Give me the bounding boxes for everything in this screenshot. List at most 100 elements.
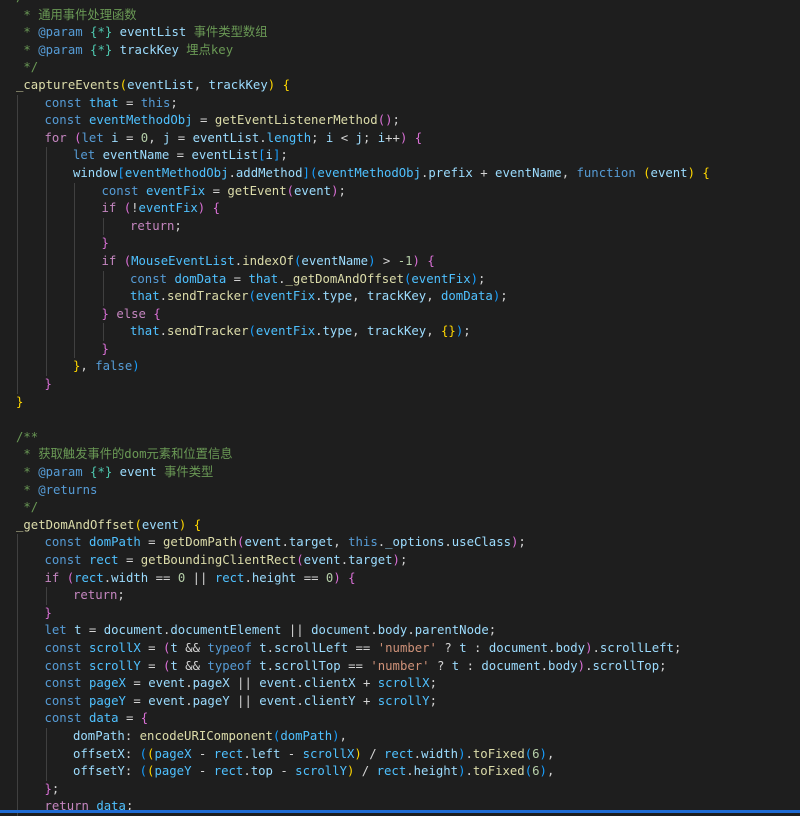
code-token: eventFix: [138, 201, 198, 216]
code-token: (: [123, 201, 132, 216]
code-token: ;: [659, 658, 667, 673]
code-line[interactable]: const rect = getBoundingClientRect(event…: [0, 552, 800, 570]
code-line[interactable]: that.sendTracker(eventFix.type, trackKey…: [0, 288, 800, 306]
code-line[interactable]: }: [0, 235, 800, 253]
code-line[interactable]: const data = {: [0, 710, 800, 728]
code-token: .: [278, 271, 286, 286]
code-line[interactable]: return;: [0, 587, 800, 605]
code-token: -: [191, 746, 214, 761]
code-line[interactable]: * @param {*} event 事件类型: [0, 464, 800, 482]
code-line[interactable]: let eventName = eventList[i];: [0, 147, 800, 165]
code-token: body: [377, 623, 408, 638]
code-line[interactable]: if (MouseEventList.indexOf(eventName) > …: [0, 252, 800, 271]
code-editor[interactable]: /** * 通用事件处理函数 * @param {*} eventList 事件…: [0, 0, 800, 816]
code-token: ,: [546, 746, 555, 761]
code-token: scrollY: [88, 658, 141, 673]
code-token: .: [266, 658, 275, 673]
code-line[interactable]: for (let i = 0, j = eventList.length; i …: [0, 129, 800, 148]
code-token: scrollLeft: [599, 640, 674, 655]
code-line[interactable]: return data;: [0, 798, 800, 816]
code-token: ): [539, 764, 547, 779]
code-token: .: [465, 746, 473, 761]
code-line[interactable]: } else {: [0, 305, 800, 324]
code-line[interactable]: domPath: encodeURIComponent(domPath),: [0, 727, 800, 746]
code-line[interactable]: }, false): [0, 358, 800, 377]
code-line[interactable]: let t = document. documentElement || docu…: [0, 622, 800, 640]
code-token: target: [288, 535, 334, 550]
code-token: const: [44, 553, 82, 567]
code-line[interactable]: const domPath = getDomPath(event.target,…: [0, 534, 800, 552]
code-token: let: [73, 148, 96, 163]
code-token: else: [116, 306, 146, 321]
code-token: ?: [436, 640, 460, 655]
code-line[interactable]: that.sendTracker(eventFix.type, trackKey…: [0, 323, 800, 341]
code-line[interactable]: if (rect.width == 0 || rect.height == 0)…: [0, 569, 800, 588]
indent-guide: [17, 182, 18, 201]
code-token: {: [140, 711, 149, 726]
code-token: rect: [88, 553, 119, 567]
code-token: =: [118, 711, 141, 726]
code-line[interactable]: [0, 411, 800, 429]
code-line[interactable]: * @param {*} trackKey 埋点key: [0, 42, 800, 60]
code-token: ||: [185, 570, 215, 585]
code-token: .: [370, 623, 378, 638]
code-token: _options: [385, 535, 445, 550]
code-token: getBoundingClientRect: [140, 553, 297, 567]
code-token: eventName: [102, 148, 170, 163]
code-line[interactable]: window[eventMethodObj.addMethod](eventMe…: [0, 164, 800, 183]
code-token: ,: [339, 728, 347, 743]
code-line[interactable]: const scrollX = (t && typeof t.scrollLef…: [0, 639, 800, 658]
code-line[interactable]: _captureEvents(eventList, trackKey) {: [0, 77, 800, 95]
code-line[interactable]: */: [0, 59, 800, 77]
code-token: clientY: [303, 693, 356, 708]
code-line[interactable]: const domData = that._getDomAndOffset(ev…: [0, 270, 800, 289]
code-line[interactable]: * 获取触发事件的dom元素和位置信息: [0, 446, 800, 464]
indent-guide: [17, 340, 18, 359]
code-line[interactable]: }: [0, 394, 800, 412]
code-line[interactable]: offsetX: ((pageX - rect.left - scrollX) …: [0, 745, 800, 764]
code-line[interactable]: * @returns: [0, 482, 800, 500]
code-token: _captureEvents: [16, 77, 120, 92]
code-token: (: [248, 324, 256, 339]
code-line[interactable]: * @param {*} eventList 事件类型数组: [0, 24, 800, 42]
code-line[interactable]: const eventFix = getEvent(event);: [0, 182, 800, 201]
code-line[interactable]: const scrollY = (t && typeof t.scrollTop…: [0, 657, 800, 676]
indent-guide: [17, 657, 18, 676]
code-token: pageY: [192, 693, 230, 708]
code-token: event: [650, 165, 688, 180]
code-token: =: [118, 130, 141, 145]
code-line[interactable]: offsetY: ((pageY - rect.top - scrollY) /…: [0, 763, 800, 781]
code-line[interactable]: }: [0, 340, 800, 359]
code-line[interactable]: return;: [0, 217, 800, 236]
code-token: {: [212, 201, 220, 216]
code-token: .: [244, 570, 252, 585]
code-token: ): [132, 359, 140, 374]
code-token: ,: [546, 764, 555, 779]
code-line[interactable]: /**: [0, 0, 800, 7]
code-line[interactable]: }: [0, 604, 800, 623]
indent-guide: [17, 604, 18, 623]
code-token: domPath: [280, 728, 333, 743]
code-line[interactable]: */: [0, 499, 800, 517]
code-line[interactable]: /**: [0, 429, 800, 447]
code-line[interactable]: _getDomAndOffset(event) {: [0, 517, 800, 535]
code-token: (: [139, 746, 148, 761]
code-token: @param: [38, 25, 83, 40]
code-line[interactable]: };: [0, 780, 800, 799]
code-line[interactable]: * 通用事件处理函数: [0, 7, 800, 25]
code-token: =: [192, 113, 215, 128]
code-line[interactable]: const eventMethodObj = getEventListenerM…: [0, 112, 800, 130]
code-token: scrollY: [377, 693, 430, 708]
code-token: event: [148, 676, 186, 691]
indent-guide: [17, 164, 18, 183]
code-line[interactable]: const pageX = event.pageX || event.clien…: [0, 675, 800, 693]
code-line[interactable]: if (!eventFix) {: [0, 200, 800, 218]
code-token: eventList: [191, 148, 259, 163]
code-token: ==: [296, 570, 326, 585]
code-token: ): [458, 746, 466, 761]
code-line[interactable]: }: [0, 376, 800, 394]
code-line[interactable]: const pageY = event.pageY || event.clien…: [0, 692, 800, 711]
code-line[interactable]: const that = this;: [0, 94, 800, 113]
code-token: rect: [213, 764, 244, 779]
